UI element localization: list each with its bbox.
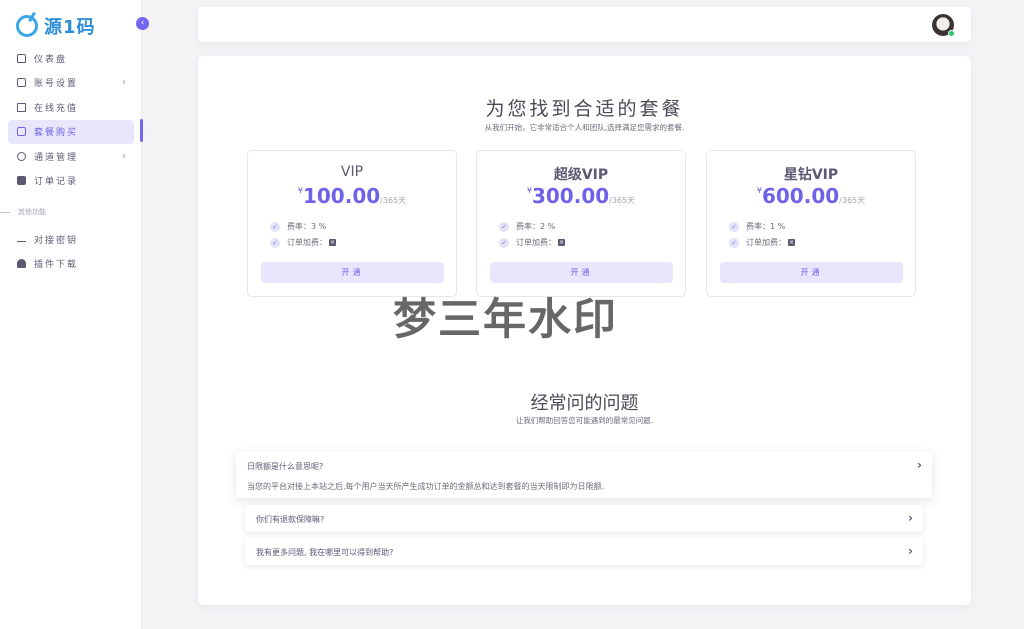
online-status-badge (948, 30, 955, 37)
check-icon: ✓ (270, 237, 280, 248)
feature-text: 订单加费： (746, 238, 786, 247)
price-amount: 300.00 (531, 184, 610, 208)
sidebar-item-label: 通道管理 (34, 152, 79, 163)
brand-name: 源1码 (44, 17, 96, 38)
feature-fee-rate: ✓ 费率：2 % (499, 221, 555, 232)
sidebar-item-label: 订单记录 (34, 177, 79, 187)
check-icon: ✓ (729, 221, 739, 232)
sidebar-item-dashboard[interactable]: 仪表盘 (8, 46, 134, 70)
watermark: 梦三年水印 (393, 295, 618, 345)
feature-text: 费率：2 % (516, 222, 556, 231)
faq-question: 我有更多问题, 我在哪里可以得到帮助? (256, 548, 394, 557)
section-divider (0, 211, 10, 213)
currency-symbol: ¥ (526, 186, 532, 195)
currency-symbol: ¥ (297, 186, 303, 195)
check-icon: ✓ (499, 221, 509, 232)
sidebar-item-plugin-download[interactable]: 插件下载 (8, 252, 134, 276)
chevron-right-icon: › (122, 150, 126, 162)
feature-text: 订单加费： (287, 238, 327, 247)
sidebar-item-api-key[interactable]: 对接密钥 (8, 227, 134, 251)
price-period: /365天 (380, 196, 407, 205)
plan-card-diamond-vip: 星钻VIP ¥600.00/365天 ✓ 费率：1 % ✓ 订单加费： × 开通 (706, 150, 916, 297)
faq-subtitle: 让我们帮助回答您可能遇到的最常见问题. (515, 416, 654, 425)
chevron-right-icon: › (917, 458, 922, 472)
feature-text: 费率：1 % (746, 222, 786, 231)
feature-text: 费率：3 % (287, 222, 327, 231)
feature-fee-rate: ✓ 费率：3 % (270, 221, 326, 232)
faq-answer: 当您的平台对接上本站之后,每个用户当天所产生成功订单的金额总和达到套餐的当天限制… (247, 482, 605, 491)
brand-logo[interactable]: 源1码 (16, 12, 96, 40)
pricing-subtitle: 从我们开始，它非常适合个人和团队,选择满足您需求的套餐. (484, 123, 685, 132)
sidebar-item-label: 在线充值 (34, 103, 79, 114)
sidebar-item-account-settings[interactable]: 账号设置 › (8, 71, 134, 95)
faq-item[interactable]: 你们有退款保障嘛? › (245, 505, 923, 532)
check-icon: ✓ (499, 237, 509, 248)
sidebar-menu: 仪表盘 账号设置 › 在线充值 套餐购买 通道管理 › 订单记录 (8, 46, 134, 193)
user-icon (17, 78, 26, 87)
sidebar-item-label: 账号设置 (34, 79, 79, 89)
sidebar-menu-other: 对接密钥 插件下载 (8, 227, 134, 276)
close-box-icon: × (558, 239, 565, 246)
gear-icon (17, 151, 26, 161)
top-navbar (198, 7, 971, 42)
pricing-title: 为您找到合适的套餐 (485, 98, 684, 120)
feature-fee-rate: ✓ 费率：1 % (729, 221, 785, 232)
sidebar-item-label: 插件下载 (34, 260, 79, 270)
close-box-icon: × (788, 239, 795, 246)
faq-question: 日限额是什么意思呢? (247, 462, 324, 471)
check-icon: ✓ (270, 221, 280, 232)
plan-price: ¥300.00/365天 (477, 184, 685, 208)
plan-card-super-vip: 超级VIP ¥300.00/365天 ✓ 费率：2 % ✓ 订单加费： × 开通 (476, 150, 686, 297)
sidebar-item-package-purchase[interactable]: 套餐购买 (8, 119, 134, 144)
check-icon: ✓ (729, 237, 739, 248)
sidebar-item-channel-management[interactable]: 通道管理 › (8, 144, 134, 168)
sidebar-item-label: 仪表盘 (34, 54, 68, 65)
shopping-bag-icon (17, 127, 26, 136)
price-period: /365天 (609, 196, 636, 205)
feature-surcharge: ✓ 订单加费： × (729, 237, 795, 248)
sidebar-section-label: 其他功能 (0, 207, 46, 217)
currency-symbol: ¥ (756, 186, 762, 195)
sidebar-item-label: 套餐购买 (34, 128, 79, 138)
faq-item-expanded[interactable]: 日限额是什么意思呢? › 当您的平台对接上本站之后,每个用户当天所产生成功订单的… (236, 452, 932, 498)
section-label-text: 其他功能 (18, 208, 46, 216)
plan-price: ¥600.00/365天 (707, 184, 915, 208)
money-icon (17, 102, 26, 112)
chevron-right-icon: › (908, 544, 913, 558)
avatar[interactable] (932, 14, 955, 37)
plan-name: 星钻VIP (783, 167, 839, 183)
chevron-right-icon: › (122, 77, 126, 88)
sidebar-collapse-button[interactable]: ‹ (136, 17, 149, 30)
plan-price: ¥100.00/365天 (248, 184, 456, 208)
feature-surcharge: ✓ 订单加费： × (499, 237, 565, 248)
close-box-icon: × (329, 239, 336, 246)
faq-title: 经常问的问题 (530, 393, 639, 414)
subscribe-button[interactable]: 开通 (490, 262, 673, 283)
active-indicator (140, 119, 143, 142)
faq-question: 你们有退款保障嘛? (256, 515, 325, 524)
key-icon (17, 240, 26, 242)
price-period: /365天 (839, 196, 866, 205)
home-icon (17, 53, 26, 63)
subscribe-button[interactable]: 开通 (261, 262, 444, 283)
logo-icon (16, 15, 38, 37)
feature-text: 订单加费： (516, 238, 556, 247)
price-amount: 600.00 (761, 184, 840, 208)
faq-item[interactable]: 我有更多问题, 我在哪里可以得到帮助? › (245, 538, 923, 565)
sidebar-item-label: 对接密钥 (34, 235, 79, 246)
plan-card-vip: VIP ¥100.00/365天 ✓ 费率：3 % ✓ 订单加费： × 开通 (247, 150, 457, 297)
cloud-download-icon (17, 259, 26, 268)
plan-name: 超级VIP (553, 167, 609, 183)
chevron-right-icon: › (908, 511, 913, 525)
sidebar-item-order-records[interactable]: 订单记录 (8, 169, 134, 193)
sidebar-item-recharge[interactable]: 在线充值 (8, 95, 134, 119)
sidebar: 源1码 仪表盘 账号设置 › 在线充值 套餐购买 通道管理 › 订单记录 其他功… (0, 0, 142, 629)
price-amount: 100.00 (302, 184, 381, 208)
plan-name: VIP (340, 164, 364, 180)
feature-surcharge: ✓ 订单加费： × (270, 237, 336, 248)
subscribe-button[interactable]: 开通 (720, 262, 903, 283)
wallet-icon (17, 176, 26, 185)
